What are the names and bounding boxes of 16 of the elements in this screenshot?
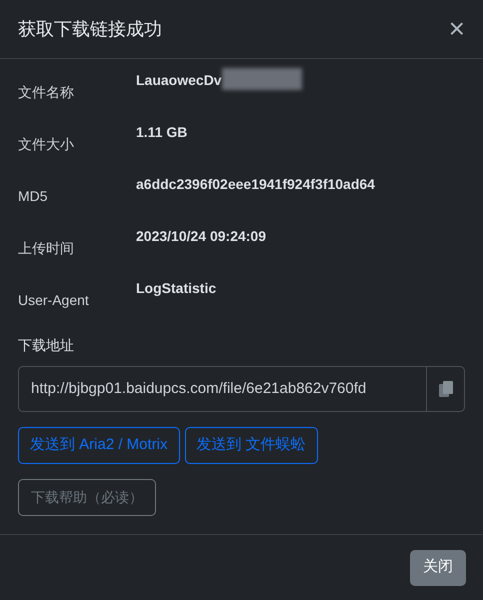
help-button[interactable]: 下载帮助（必读） <box>18 479 156 516</box>
field-label: User-Agent <box>18 291 90 310</box>
close-button[interactable]: 关闭 <box>410 550 466 586</box>
send-button[interactable]: 发送到 文件蜈蚣 <box>184 427 318 464</box>
field-value: LauaowecDv <box>136 71 222 90</box>
field-value: a6ddc2396f02eee1941f924f3f10ad64 <box>136 175 375 194</box>
field-label: MD5 <box>18 187 49 206</box>
field-label: 文件名称 <box>18 83 75 102</box>
send-button[interactable]: 发送到 Aria2 / Motrix <box>18 427 180 464</box>
field-value: LogStatistic <box>136 279 216 298</box>
dialog-title: 获取下载链接成功 <box>18 18 162 40</box>
field-label: 文件大小 <box>18 135 75 154</box>
field-value: 1.11 GB <box>136 123 188 142</box>
field-label: 上传时间 <box>18 239 75 258</box>
field-value: 2023/10/24 09:24:09 <box>136 227 266 246</box>
field-label: 下载地址 <box>18 336 75 355</box>
